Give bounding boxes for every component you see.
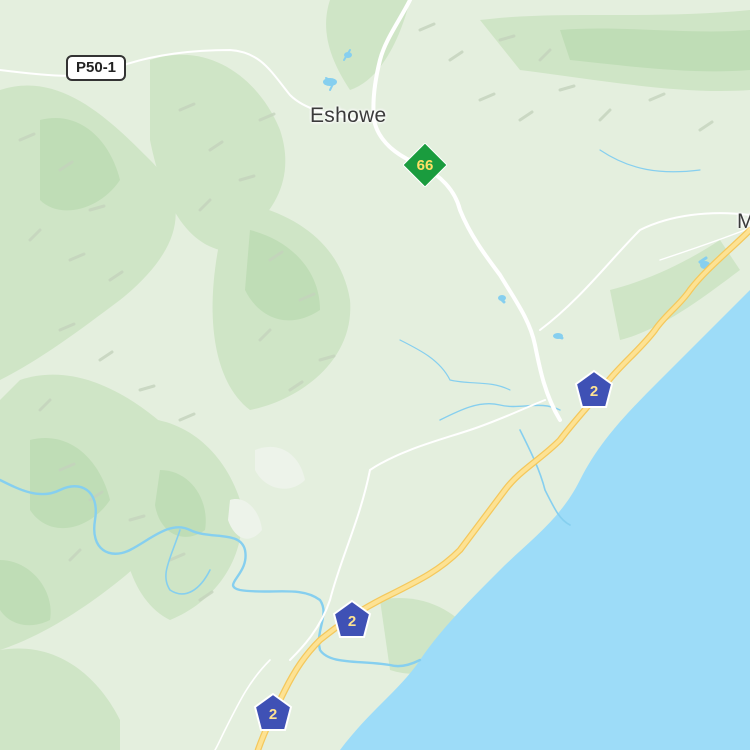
route-shield-n2-upper[interactable]: 2: [572, 369, 616, 413]
n2-label: 2: [268, 705, 278, 723]
place-label-eshowe[interactable]: Eshowe: [310, 104, 387, 128]
n2-label: 2: [347, 612, 357, 630]
route-shield-p50-1[interactable]: P50-1: [66, 55, 127, 81]
map-canvas[interactable]: Eshowe M P50-1 66 2 2 2: [0, 0, 750, 750]
route-shield-n2-middle[interactable]: 2: [330, 599, 374, 643]
route-shield-r66[interactable]: 66: [403, 143, 447, 187]
r66-label: 66: [416, 156, 434, 174]
route-shield-n2-lower[interactable]: 2: [251, 692, 295, 736]
n2-label: 2: [589, 382, 599, 400]
place-label-partial[interactable]: M: [737, 210, 750, 234]
